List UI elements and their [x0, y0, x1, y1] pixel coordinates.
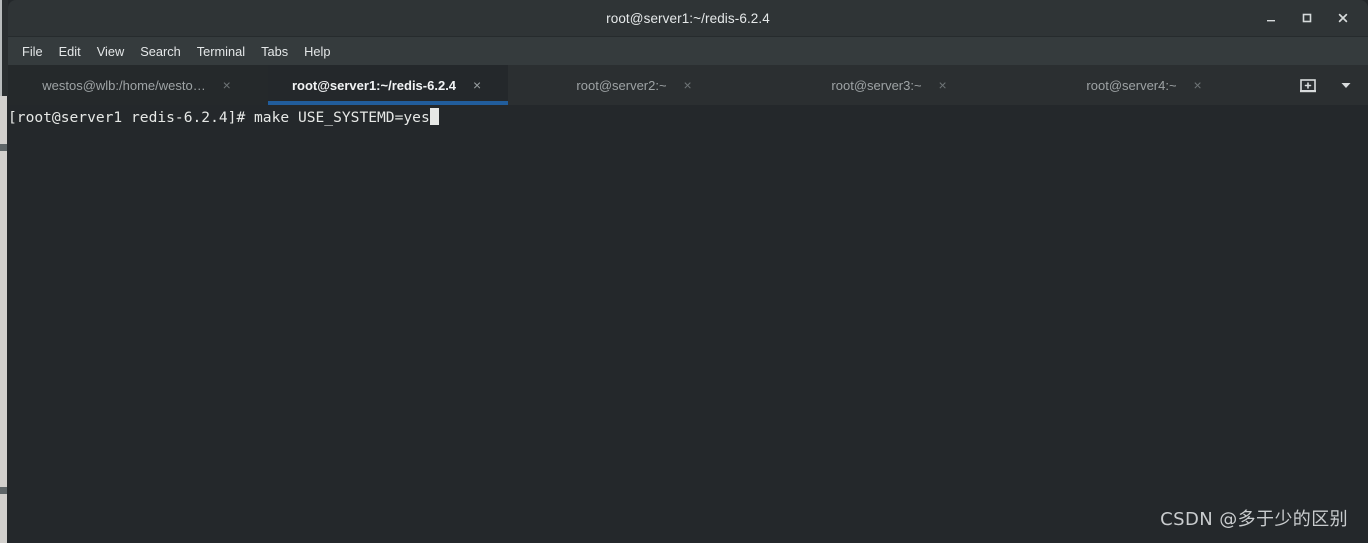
window-title: root@server1:~/redis-6.2.4: [606, 10, 770, 26]
tab-close-icon[interactable]: ×: [681, 78, 695, 92]
terminal-window: root@server1:~/redis-6.2.4 File Edit Vie…: [0, 0, 1368, 543]
title-bar[interactable]: root@server1:~/redis-6.2.4: [8, 0, 1368, 36]
maximize-button[interactable]: [1290, 3, 1324, 33]
terminal-scrollbar[interactable]: [0, 96, 7, 543]
menu-item-help[interactable]: Help: [296, 41, 338, 62]
scrollbar-mark: [0, 487, 7, 494]
window-controls: [1254, 0, 1360, 36]
tab-label: root@server2:~: [576, 77, 667, 93]
shell-prompt: [root@server1 redis-6.2.4]#: [8, 109, 255, 126]
tab-close-icon[interactable]: ×: [470, 78, 484, 92]
minimize-button[interactable]: [1254, 3, 1288, 33]
terminal-output-area[interactable]: [root@server1 redis-6.2.4]# make USE_SYS…: [8, 105, 1368, 543]
text-cursor: [429, 108, 439, 125]
menu-item-tabs[interactable]: Tabs: [253, 41, 296, 62]
tab-root-server1[interactable]: root@server1:~/redis-6.2.4 ×: [268, 65, 508, 105]
tab-close-icon[interactable]: ×: [936, 78, 950, 92]
terminal-line: [root@server1 redis-6.2.4]# make USE_SYS…: [8, 108, 439, 127]
menu-item-terminal[interactable]: Terminal: [189, 41, 253, 62]
tab-bar: westos@wlb:/home/westo… × root@server1:~…: [8, 65, 1368, 105]
tab-close-icon[interactable]: ×: [1191, 78, 1205, 92]
scrollbar-mark: [0, 144, 7, 151]
chevron-down-icon[interactable]: [1334, 73, 1358, 97]
tab-root-server3[interactable]: root@server3:~ ×: [763, 65, 1018, 105]
menu-item-search[interactable]: Search: [132, 41, 189, 62]
tab-westos-wlb[interactable]: westos@wlb:/home/westo… ×: [8, 65, 268, 105]
tab-close-icon[interactable]: ×: [220, 78, 234, 92]
tab-label: root@server1:~/redis-6.2.4: [291, 77, 457, 93]
watermark: CSDN @多于少的区别: [1160, 509, 1348, 530]
close-button[interactable]: [1326, 3, 1360, 33]
shell-command: make USE_SYSTEMD=yes: [254, 109, 430, 126]
menu-item-edit[interactable]: Edit: [51, 41, 89, 62]
tab-label: westos@wlb:/home/westo…: [42, 77, 206, 93]
menu-bar: File Edit View Search Terminal Tabs Help: [8, 36, 1368, 65]
tab-label: root@server3:~: [831, 77, 922, 93]
window-left-hairline: [0, 0, 2, 96]
new-terminal-tab-icon[interactable]: [1296, 73, 1320, 97]
menu-item-file[interactable]: File: [14, 41, 51, 62]
tab-root-server4[interactable]: root@server4:~ ×: [1018, 65, 1273, 105]
menu-item-view[interactable]: View: [89, 41, 133, 62]
tab-bar-actions: [1296, 65, 1368, 105]
tab-root-server2[interactable]: root@server2:~ ×: [508, 65, 763, 105]
tab-label: root@server4:~: [1086, 77, 1177, 93]
